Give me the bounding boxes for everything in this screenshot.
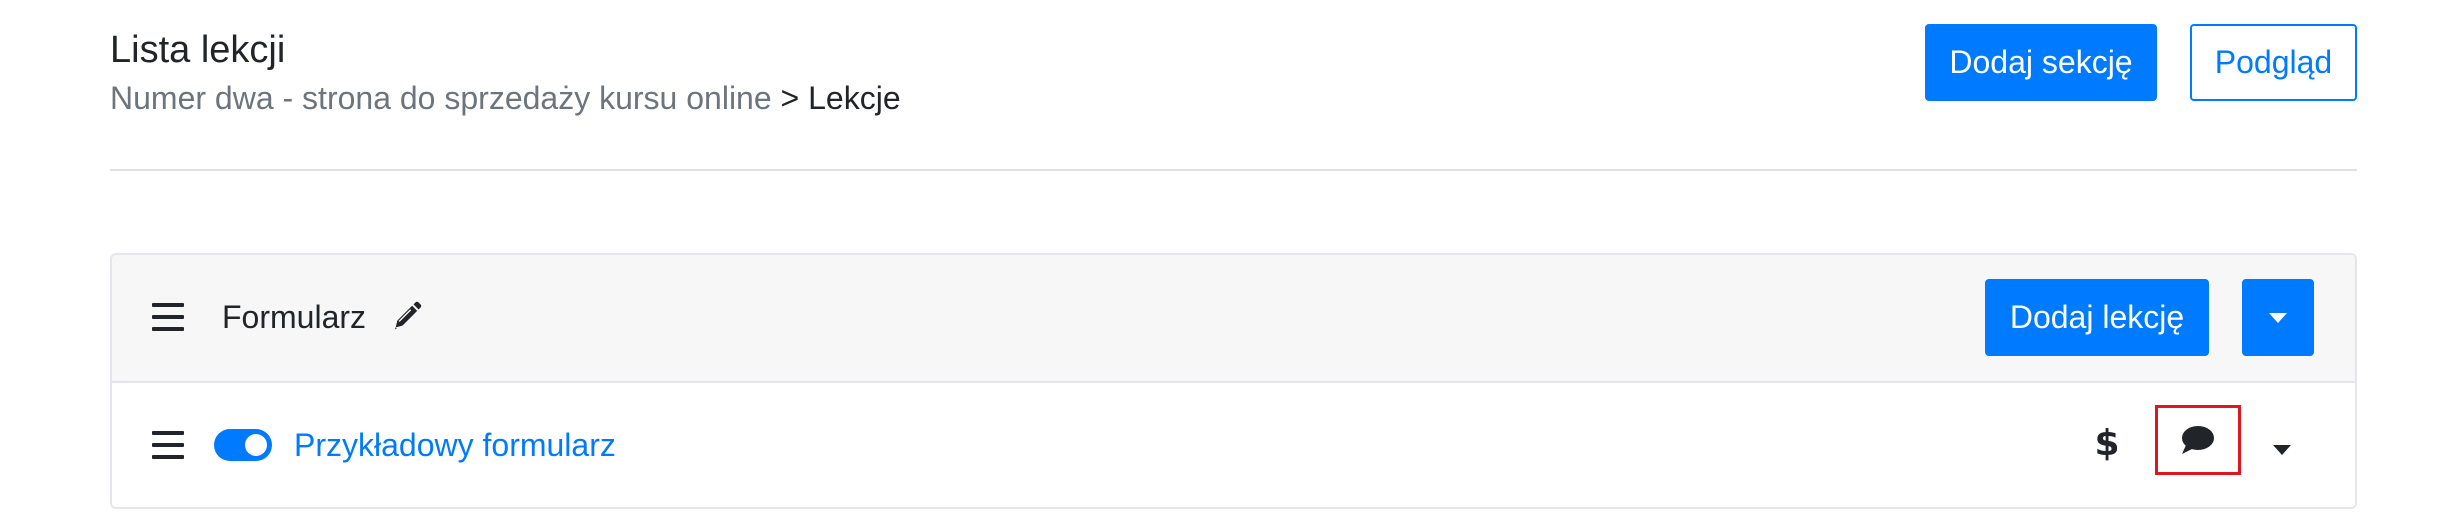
section-title: Formularz — [222, 299, 367, 335]
drag-handle-icon[interactable] — [152, 303, 184, 331]
add-lesson-button[interactable]: Dodaj lekcję — [1985, 279, 2209, 356]
toggle-knob — [245, 434, 267, 456]
dollar-icon[interactable]: $ — [2092, 421, 2122, 467]
lesson-row: Przykładowy formularz $ — [112, 383, 2355, 507]
chevron-down-icon — [2269, 312, 2287, 323]
section-header: Formularz Dodaj lekcję — [112, 255, 2355, 383]
section-card: Formularz Dodaj lekcję Przykładowy formu… — [110, 253, 2357, 509]
publish-toggle[interactable] — [214, 429, 272, 461]
breadcrumb-parent[interactable]: Numer dwa - strona do sprzedaży kursu on… — [110, 80, 772, 116]
comment-icon — [2182, 426, 2214, 454]
lesson-menu-button[interactable] — [2262, 435, 2302, 465]
pencil-icon[interactable] — [390, 299, 424, 333]
lesson-title-link[interactable]: Przykładowy formularz — [294, 423, 616, 467]
breadcrumb-current: Lekcje — [808, 80, 901, 116]
breadcrumb-separator: > — [771, 80, 809, 116]
add-section-button[interactable]: Dodaj sekcję — [1925, 24, 2157, 101]
page-title: Lista lekcji — [110, 29, 286, 71]
drag-handle-icon[interactable] — [152, 431, 184, 459]
chevron-down-icon — [2273, 445, 2291, 455]
comments-button[interactable] — [2155, 405, 2241, 475]
breadcrumb: Numer dwa - strona do sprzedaży kursu on… — [110, 76, 901, 120]
header-divider — [110, 169, 2357, 171]
lesson-list-page: Lista lekcji Numer dwa - strona do sprze… — [0, 0, 2462, 518]
preview-button[interactable]: Podgląd — [2190, 24, 2357, 101]
section-menu-button[interactable] — [2242, 279, 2314, 356]
